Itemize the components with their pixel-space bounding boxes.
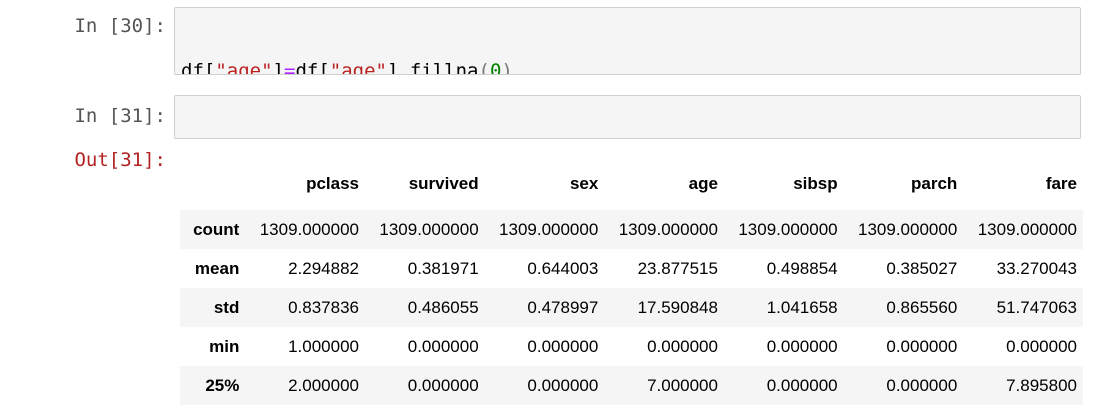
table-row: count 1309.000000 1309.000000 1309.000000 13… <box>180 210 1083 249</box>
table-cell: 1309.000000 <box>499 219 599 239</box>
table-cell: 0.381971 <box>407 258 479 278</box>
code-token: df[ <box>181 60 216 75</box>
table-cell: 33.270043 <box>996 258 1077 278</box>
table-row: 25% 2.000000 0.000000 0.000000 7.000000 0.000… <box>180 366 1083 405</box>
code-token: = <box>283 60 296 75</box>
table-cell: 1309.000000 <box>858 219 958 239</box>
input-prompt-30: In [30]: <box>74 15 166 37</box>
table-cell: 0.644003 <box>527 258 599 278</box>
table-cell: 17.590848 <box>637 297 718 317</box>
table-cell: 0.000000 <box>1006 336 1077 356</box>
table-cell: 0.000000 <box>766 336 838 356</box>
table-cell: 2.000000 <box>288 375 359 395</box>
code-token: ].fillna <box>386 60 479 75</box>
table-cell: 1.000000 <box>288 336 359 356</box>
output-prompt-31: Out[31]: <box>74 149 166 171</box>
table-cell: 0.000000 <box>527 375 599 395</box>
table-cell: 2.294882 <box>288 258 359 278</box>
table-cell: 0.486055 <box>407 297 479 317</box>
column-header-sex: sex <box>569 174 599 193</box>
table-row: min 1.000000 0.000000 0.000000 0.000000 0.000… <box>180 327 1083 366</box>
row-index: mean <box>194 258 240 278</box>
row-index: count <box>193 219 240 239</box>
column-header-sibsp: sibsp <box>793 174 838 193</box>
code-token: df[ <box>295 60 330 75</box>
table-cell: 1309.000000 <box>618 219 718 239</box>
table-cell: 0.000000 <box>647 336 718 356</box>
code-cell-31[interactable]: df.describe(include="number") <box>174 95 1081 139</box>
code-token: "age" <box>329 60 387 75</box>
table-cell: 1309.000000 <box>259 219 359 239</box>
table-cell: 7.000000 <box>647 375 718 395</box>
table-cell: 1309.000000 <box>977 219 1077 239</box>
header-row: pclass survived sex age sibsp parch fare <box>180 158 1083 210</box>
table-cell: 51.747063 <box>996 297 1077 317</box>
table-cell: 0.000000 <box>527 336 599 356</box>
column-header-age: age <box>688 174 718 193</box>
code-token: "age" <box>215 60 273 75</box>
table-row: std 0.837836 0.486055 0.478997 17.590848 1.04… <box>180 288 1083 327</box>
describe-table: pclass survived sex age sibsp parch fare count… <box>180 158 1083 405</box>
output-area: pclass survived sex age sibsp parch fare count… <box>180 158 1083 409</box>
table-cell: 0.865560 <box>886 297 958 317</box>
column-header-fare: fare <box>1045 174 1077 193</box>
table-cell: 0.385027 <box>886 258 958 278</box>
table-cell: 0.478997 <box>527 297 599 317</box>
column-header-parch: parch <box>910 174 958 193</box>
table-cell: 0.837836 <box>288 297 359 317</box>
table-header: pclass survived sex age sibsp parch fare <box>180 158 1083 210</box>
row-index: min <box>209 336 240 356</box>
table-body: count 1309.000000 1309.000000 1309.000000 13… <box>180 210 1083 405</box>
table-cell: 0.000000 <box>407 336 479 356</box>
table-cell: 0.000000 <box>407 375 479 395</box>
code-token: ] <box>272 60 284 75</box>
column-header-survived: survived <box>408 174 479 193</box>
table-cell: 1309.000000 <box>738 219 838 239</box>
table-row: mean 2.294882 0.381971 0.644003 23.877515 0.4… <box>180 249 1083 288</box>
column-header-pclass: pclass <box>306 174 359 193</box>
table-cell: 1.041658 <box>766 297 838 317</box>
code-cell-30[interactable]: df["age"]=df["age"].fillna(0) df["fare"]… <box>174 7 1081 75</box>
table-cell: 0.000000 <box>886 336 958 356</box>
code-token: 0 <box>489 60 502 75</box>
table-cell: 0.498854 <box>766 258 838 278</box>
index-header <box>180 158 245 210</box>
table-cell: 7.895800 <box>1006 375 1077 395</box>
code-token: ) <box>501 60 513 75</box>
table-cell: 0.000000 <box>886 375 958 395</box>
input-prompt-31: In [31]: <box>74 105 166 127</box>
code-token: ( <box>478 60 490 75</box>
row-index: std <box>213 297 240 317</box>
code-line: df["age"]=df["age"].fillna(0) <box>181 60 1074 75</box>
table-cell: 23.877515 <box>637 258 718 278</box>
table-cell: 0.000000 <box>766 375 838 395</box>
row-index: 25% <box>205 375 240 395</box>
table-cell: 1309.000000 <box>379 219 479 239</box>
